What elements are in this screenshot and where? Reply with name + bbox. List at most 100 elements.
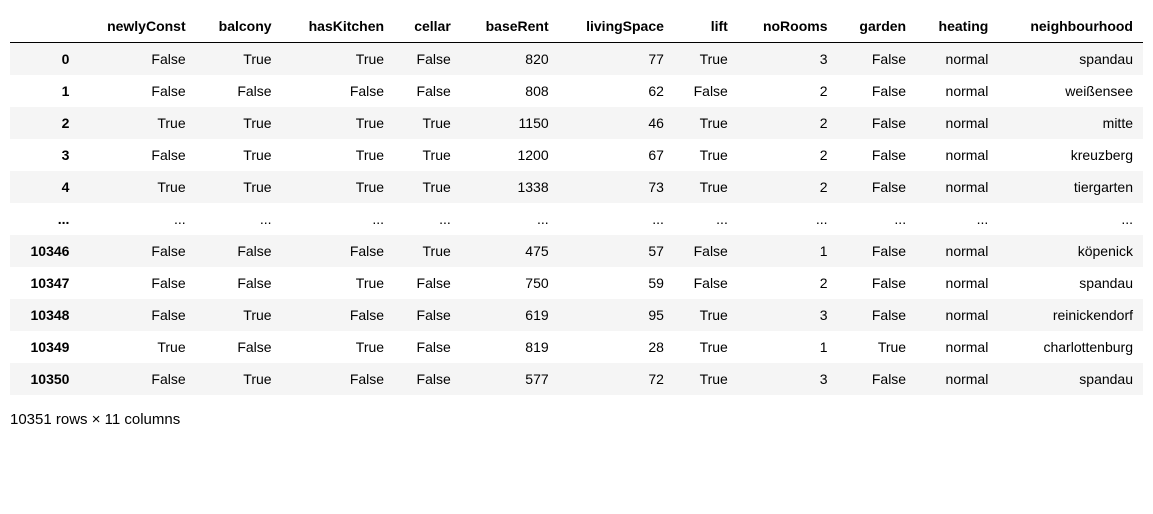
dataframe-footer: 10351 rows × 11 columns: [10, 411, 1143, 428]
table-cell: False: [79, 267, 195, 299]
table-cell: köpenick: [998, 235, 1143, 267]
table-cell: False: [394, 299, 461, 331]
table-cell: False: [838, 363, 917, 395]
table-cell: True: [79, 171, 195, 203]
table-cell: spandau: [998, 267, 1143, 299]
col-header: heating: [916, 10, 998, 43]
table-cell: 808: [461, 75, 559, 107]
col-header: balcony: [196, 10, 282, 43]
table-cell: weißensee: [998, 75, 1143, 107]
row-index: 10347: [10, 267, 79, 299]
table-cell: True: [196, 107, 282, 139]
table-cell: spandau: [998, 43, 1143, 76]
table-cell: ...: [196, 203, 282, 235]
row-index: ...: [10, 203, 79, 235]
table-cell: ...: [79, 203, 195, 235]
table-cell: 46: [559, 107, 674, 139]
table-cell: 95: [559, 299, 674, 331]
table-cell: 3: [738, 43, 838, 76]
table-cell: normal: [916, 363, 998, 395]
table-cell: False: [838, 299, 917, 331]
table-cell: 577: [461, 363, 559, 395]
table-cell: 2: [738, 171, 838, 203]
table-cell: 28: [559, 331, 674, 363]
table-cell: False: [394, 75, 461, 107]
table-cell: ...: [282, 203, 395, 235]
table-cell: True: [394, 171, 461, 203]
table-cell: 750: [461, 267, 559, 299]
header-row: newlyConst balcony hasKitchen cellar bas…: [10, 10, 1143, 43]
table-cell: False: [394, 43, 461, 76]
table-cell: 1: [738, 235, 838, 267]
table-cell: False: [79, 235, 195, 267]
table-cell: True: [674, 139, 738, 171]
table-cell: True: [394, 107, 461, 139]
table-cell: reinickendorf: [998, 299, 1143, 331]
row-index: 10350: [10, 363, 79, 395]
table-cell: normal: [916, 235, 998, 267]
table-cell: False: [79, 75, 195, 107]
table-cell: False: [196, 75, 282, 107]
table-cell: False: [196, 331, 282, 363]
table-cell: ...: [394, 203, 461, 235]
table-row: 10350FalseTrueFalseFalse57772True3Falsen…: [10, 363, 1143, 395]
table-cell: normal: [916, 107, 998, 139]
table-cell: 72: [559, 363, 674, 395]
row-index: 10346: [10, 235, 79, 267]
table-cell: False: [196, 235, 282, 267]
index-header: [10, 10, 79, 43]
table-cell: 62: [559, 75, 674, 107]
table-cell: 1338: [461, 171, 559, 203]
table-cell: False: [838, 107, 917, 139]
table-row: 2TrueTrueTrueTrue115046True2Falsenormalm…: [10, 107, 1143, 139]
table-cell: True: [674, 363, 738, 395]
table-cell: True: [394, 235, 461, 267]
table-cell: True: [674, 107, 738, 139]
table-cell: True: [674, 299, 738, 331]
table-cell: True: [674, 43, 738, 76]
table-cell: False: [282, 75, 395, 107]
table-cell: True: [282, 139, 395, 171]
table-cell: mitte: [998, 107, 1143, 139]
table-cell: 77: [559, 43, 674, 76]
table-cell: normal: [916, 267, 998, 299]
table-cell: False: [79, 139, 195, 171]
table-cell: True: [196, 363, 282, 395]
table-cell: False: [674, 235, 738, 267]
col-header: garden: [838, 10, 917, 43]
table-cell: False: [282, 235, 395, 267]
table-cell: 3: [738, 299, 838, 331]
table-cell: 1200: [461, 139, 559, 171]
table-cell: 57: [559, 235, 674, 267]
table-row: 10348FalseTrueFalseFalse61995True3Falsen…: [10, 299, 1143, 331]
table-cell: False: [282, 299, 395, 331]
row-index: 0: [10, 43, 79, 76]
table-cell: 820: [461, 43, 559, 76]
table-cell: ...: [674, 203, 738, 235]
table-cell: True: [838, 331, 917, 363]
table-cell: normal: [916, 299, 998, 331]
table-cell: True: [674, 331, 738, 363]
table-row: 1FalseFalseFalseFalse80862False2Falsenor…: [10, 75, 1143, 107]
table-cell: 2: [738, 75, 838, 107]
table-cell: True: [394, 139, 461, 171]
table-cell: normal: [916, 75, 998, 107]
table-cell: False: [79, 299, 195, 331]
table-cell: True: [282, 107, 395, 139]
table-cell: True: [674, 171, 738, 203]
table-cell: True: [196, 299, 282, 331]
col-header: noRooms: [738, 10, 838, 43]
table-cell: 59: [559, 267, 674, 299]
table-cell: True: [282, 331, 395, 363]
table-cell: True: [79, 107, 195, 139]
table-cell: False: [838, 267, 917, 299]
col-header: newlyConst: [79, 10, 195, 43]
table-cell: 2: [738, 139, 838, 171]
table-cell: 1150: [461, 107, 559, 139]
table-cell: True: [282, 171, 395, 203]
table-cell: False: [838, 139, 917, 171]
col-header: baseRent: [461, 10, 559, 43]
table-cell: kreuzberg: [998, 139, 1143, 171]
table-cell: False: [838, 43, 917, 76]
row-index: 4: [10, 171, 79, 203]
